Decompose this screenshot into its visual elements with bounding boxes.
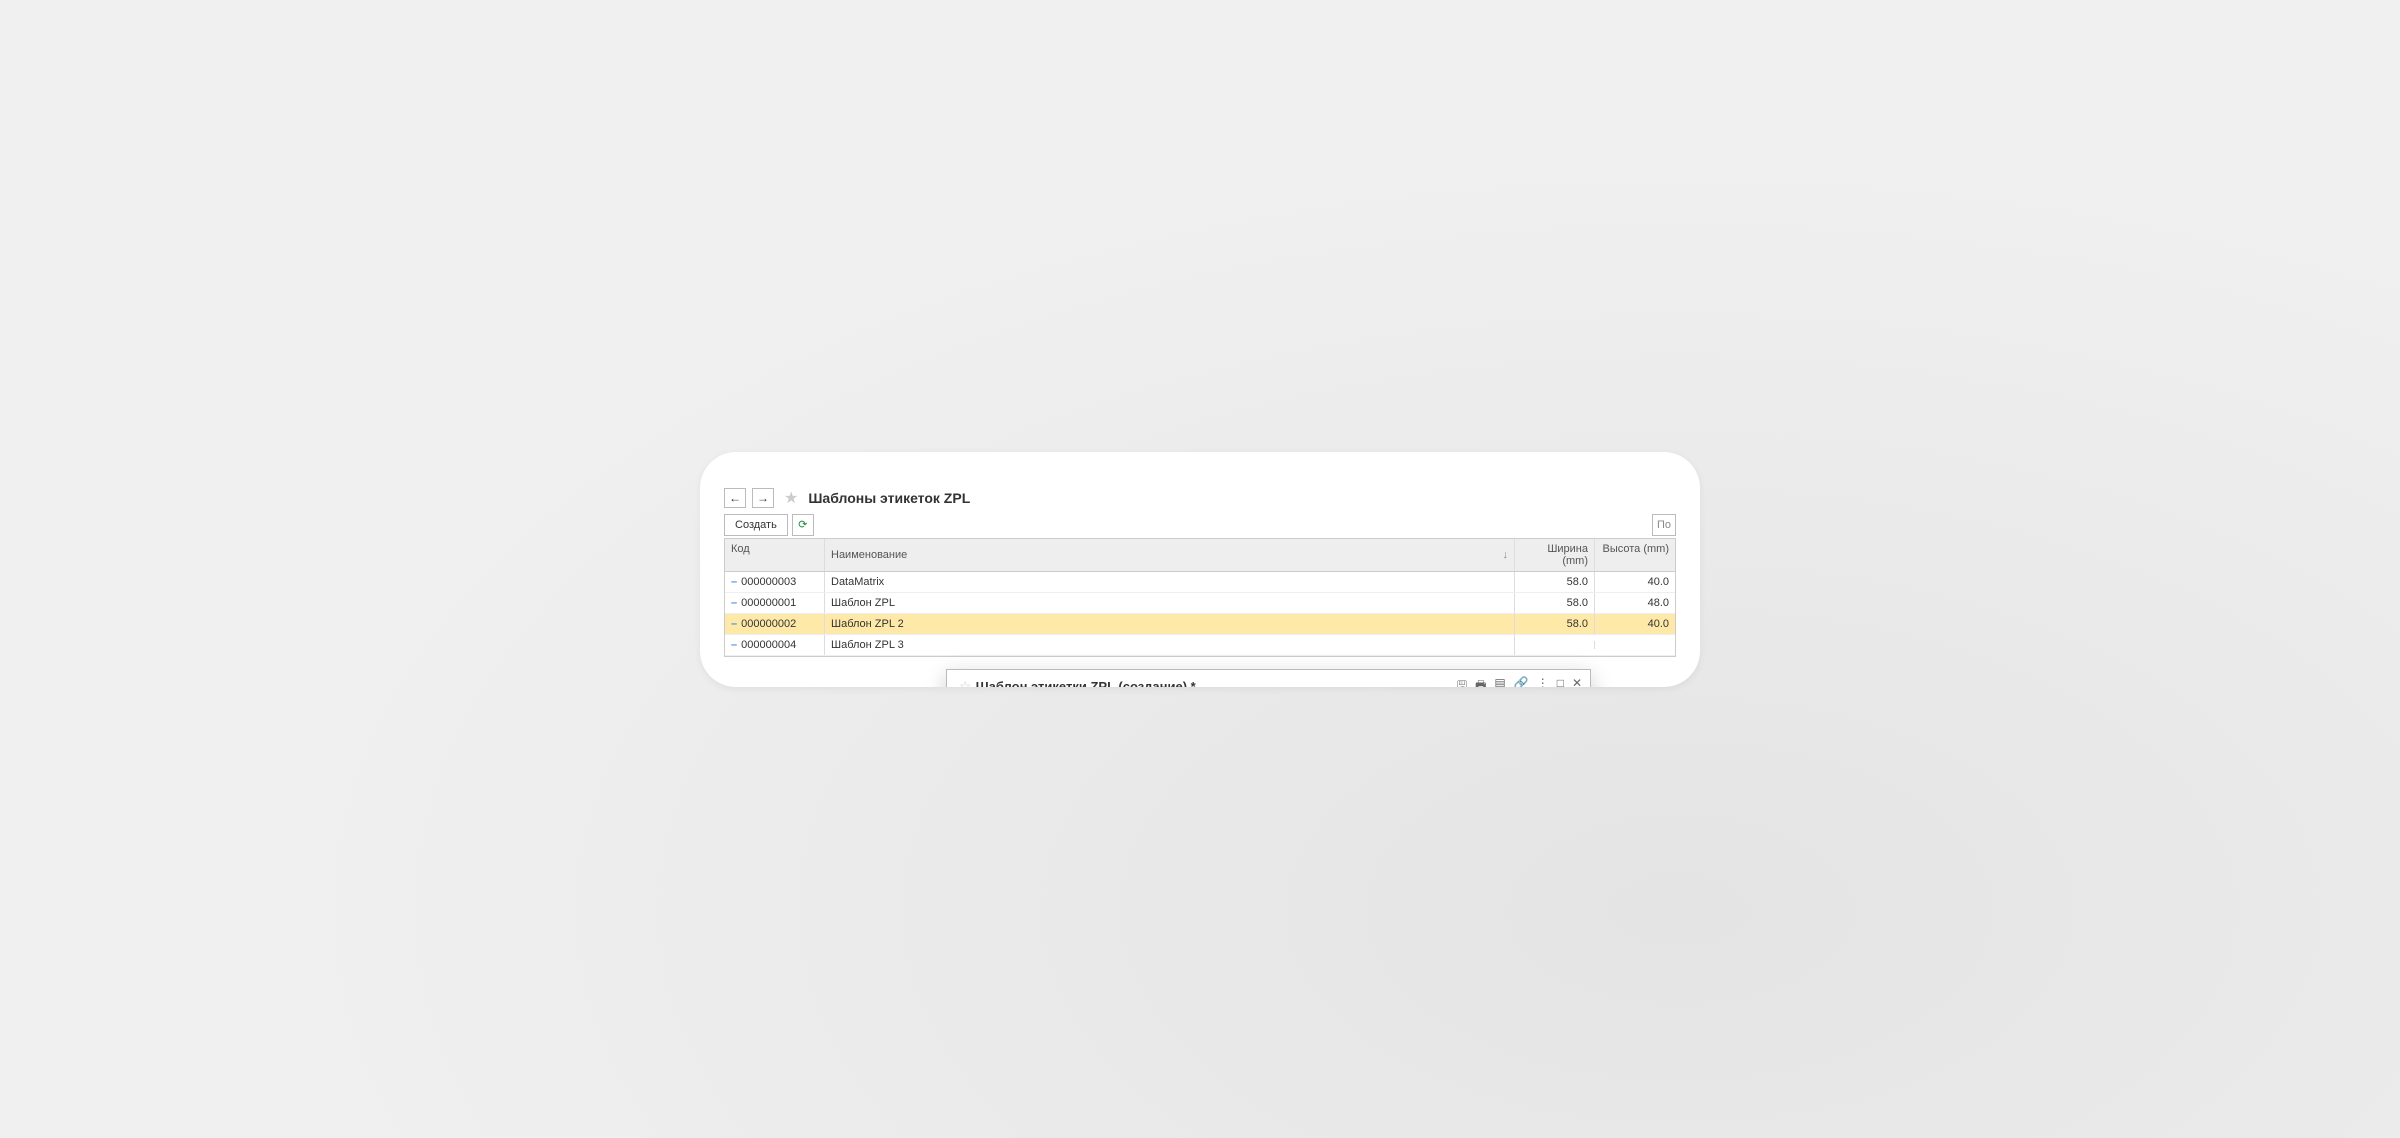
col-width[interactable]: Ширина (mm): [1515, 539, 1595, 571]
row-marker-icon: –: [731, 639, 737, 651]
create-button[interactable]: Создать: [724, 514, 788, 536]
row-marker-icon: –: [731, 597, 737, 609]
nav-bar: ← → ★ Шаблоны этикеток ZPL: [724, 488, 1676, 508]
print-icon[interactable]: 🖶: [1475, 676, 1486, 687]
maximize-icon[interactable]: □: [1557, 676, 1564, 687]
table-row[interactable]: –000000003DataMatrix58.040.0: [725, 572, 1675, 593]
dialog-favorite-icon[interactable]: ☆: [959, 678, 972, 687]
table-row[interactable]: –000000004Шаблон ZPL 3: [725, 635, 1675, 656]
report-icon[interactable]: ▤: [1494, 676, 1505, 687]
favorite-icon[interactable]: ★: [784, 488, 798, 508]
table-header: Код Наименование ↓ Ширина (mm) Высота (m…: [725, 539, 1675, 572]
nav-forward-button[interactable]: →: [752, 488, 774, 508]
search-button[interactable]: По: [1652, 514, 1676, 536]
templates-table: Код Наименование ↓ Ширина (mm) Высота (m…: [724, 538, 1676, 657]
page-title: Шаблоны этикеток ZPL: [808, 490, 970, 506]
col-code[interactable]: Код: [725, 539, 825, 571]
sort-indicator-icon: ↓: [1503, 549, 1509, 561]
menu-icon[interactable]: ⋮: [1537, 676, 1549, 687]
dialog-titlebar: ☆ Шаблон этикетки ZPL (создание) * 🖫 🖶 ▤…: [947, 670, 1590, 687]
table-row[interactable]: –000000002Шаблон ZPL 258.040.0: [725, 614, 1675, 635]
app-window: ← → ★ Шаблоны этикеток ZPL Создать ⟳ По …: [700, 452, 1700, 687]
save-icon[interactable]: 🖫: [1457, 676, 1467, 687]
row-marker-icon: –: [731, 618, 737, 630]
col-name[interactable]: Наименование ↓: [825, 539, 1515, 571]
close-icon[interactable]: ✕: [1572, 676, 1582, 687]
table-row[interactable]: –000000001Шаблон ZPL58.048.0: [725, 593, 1675, 614]
link-icon[interactable]: 🔗: [1514, 676, 1529, 687]
table-body: –000000003DataMatrix58.040.0–000000001Ша…: [725, 572, 1675, 656]
refresh-button[interactable]: ⟳: [792, 514, 814, 536]
nav-back-button[interactable]: ←: [724, 488, 746, 508]
dialog-title: Шаблон этикетки ZPL (создание) *: [976, 679, 1457, 687]
list-toolbar: Создать ⟳ По: [724, 514, 1676, 536]
col-height[interactable]: Высота (mm): [1595, 539, 1675, 571]
template-dialog: ☆ Шаблон этикетки ZPL (создание) * 🖫 🖶 ▤…: [946, 669, 1591, 687]
row-marker-icon: –: [731, 576, 737, 588]
